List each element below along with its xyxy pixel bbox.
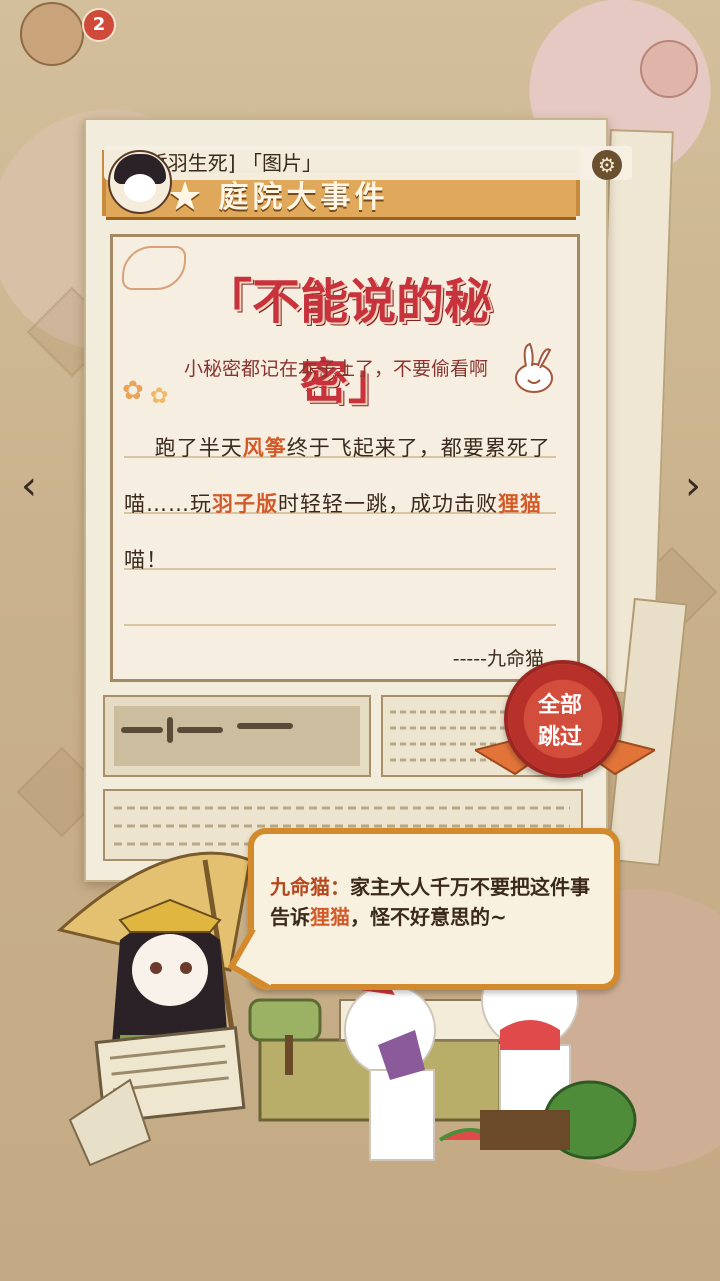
highlight-keyword: 羽子版 xyxy=(212,492,278,516)
next-page-arrow[interactable]: › xyxy=(672,465,714,507)
event-icon[interactable] xyxy=(20,2,84,66)
skip-label-line2: 跳过 xyxy=(537,725,582,750)
skip-all-label[interactable]: 全部 跳过 xyxy=(520,690,600,754)
highlight-keyword: 狸猫 xyxy=(310,905,350,929)
gear-icon[interactable]: ⚙ xyxy=(592,150,622,180)
notification-badge: 2 xyxy=(82,8,116,42)
letter-signature: -----九命猫 xyxy=(452,648,544,670)
highlight-keyword: 狸猫 xyxy=(498,492,542,516)
letter-text-segment: 跑了半天 xyxy=(154,436,243,460)
letter-subtitle: 小秘密都记在本子上了，不要偷看啊 xyxy=(183,358,488,380)
ornament-icon xyxy=(640,40,698,98)
letter-text-segment: 时轻轻一跳，成功击败 xyxy=(278,492,498,516)
dialogue-segment: ，怪不好意思的~ xyxy=(350,905,507,929)
prev-page-arrow[interactable]: ‹ xyxy=(8,465,50,507)
skip-label-line1: 全部 xyxy=(537,693,582,718)
highlight-keyword: 风筝 xyxy=(242,436,287,460)
bunny-doodle xyxy=(515,342,553,393)
letter-text-segment: 喵！ xyxy=(124,548,168,572)
avatar xyxy=(108,150,172,214)
letter-body: 跑了半天风筝终于飞起来了，都要累死了喵……玩羽子版时轻轻一跳，成功击败狸猫喵！ xyxy=(124,420,554,588)
dialogue-text: 九命猫：家主大人千万不要把这件事告诉狸猫，怪不好意思的~ xyxy=(270,872,600,932)
dialogue-speaker: 九命猫： xyxy=(270,875,350,899)
letter-title: 「不能说的秘密」 xyxy=(203,274,492,410)
